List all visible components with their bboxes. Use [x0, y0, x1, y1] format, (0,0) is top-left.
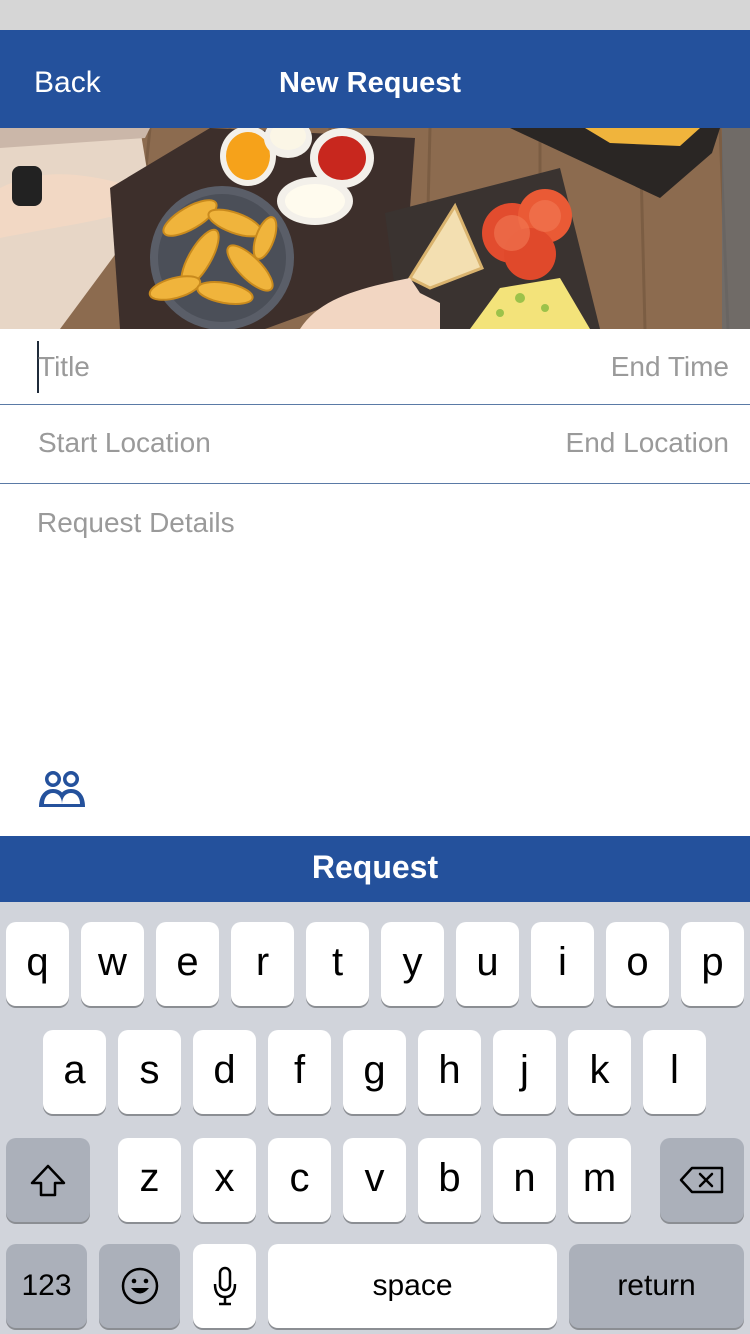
key-s[interactable]: s [118, 1030, 181, 1114]
keyboard: q w e r t y u i o p a s d f g h j k l z … [0, 902, 750, 1334]
title-input[interactable]: Title [38, 351, 90, 383]
key-r[interactable]: r [231, 922, 294, 1006]
key-i[interactable]: i [531, 922, 594, 1006]
key-w[interactable]: w [81, 922, 144, 1006]
key-f[interactable]: f [268, 1030, 331, 1114]
key-p[interactable]: p [681, 922, 744, 1006]
key-g[interactable]: g [343, 1030, 406, 1114]
page-title: New Request [278, 67, 462, 99]
shift-icon [30, 1164, 66, 1197]
key-c[interactable]: c [268, 1138, 331, 1222]
key-k[interactable]: k [568, 1030, 631, 1114]
request-details-area[interactable]: Request Details [0, 485, 750, 835]
key-t[interactable]: t [306, 922, 369, 1006]
backspace-icon [679, 1166, 724, 1194]
backspace-key[interactable] [660, 1138, 744, 1222]
space-key[interactable]: space [268, 1244, 557, 1328]
group-people-icon[interactable] [37, 767, 87, 811]
key-h[interactable]: h [418, 1030, 481, 1114]
emoji-icon [121, 1267, 158, 1305]
key-b[interactable]: b [418, 1138, 481, 1222]
navigation-bar: Back New Request [0, 30, 750, 128]
numbers-key[interactable]: 123 [6, 1244, 87, 1328]
key-y[interactable]: y [381, 922, 444, 1006]
key-u[interactable]: u [456, 922, 519, 1006]
request-details-input[interactable]: Request Details [37, 507, 235, 539]
microphone-icon [213, 1266, 236, 1306]
key-v[interactable]: v [343, 1138, 406, 1222]
key-x[interactable]: x [193, 1138, 256, 1222]
request-button[interactable]: Request [0, 836, 750, 902]
microphone-key[interactable] [193, 1244, 256, 1328]
end-time-input[interactable]: End Time [611, 351, 729, 383]
key-z[interactable]: z [118, 1138, 181, 1222]
key-d[interactable]: d [193, 1030, 256, 1114]
key-a[interactable]: a [43, 1030, 106, 1114]
location-row: Start Location End Location [0, 405, 750, 484]
header-image [0, 128, 750, 329]
return-key[interactable]: return [569, 1244, 744, 1328]
key-q[interactable]: q [6, 922, 69, 1006]
key-j[interactable]: j [493, 1030, 556, 1114]
key-o[interactable]: o [606, 922, 669, 1006]
key-e[interactable]: e [156, 922, 219, 1006]
start-location-input[interactable]: Start Location [38, 427, 211, 459]
shift-key[interactable] [6, 1138, 90, 1222]
title-end-time-row: Title End Time [0, 329, 750, 405]
key-m[interactable]: m [568, 1138, 631, 1222]
emoji-key[interactable] [99, 1244, 180, 1328]
key-n[interactable]: n [493, 1138, 556, 1222]
end-location-input[interactable]: End Location [566, 427, 729, 459]
key-l[interactable]: l [643, 1030, 706, 1114]
status-bar [0, 0, 750, 30]
